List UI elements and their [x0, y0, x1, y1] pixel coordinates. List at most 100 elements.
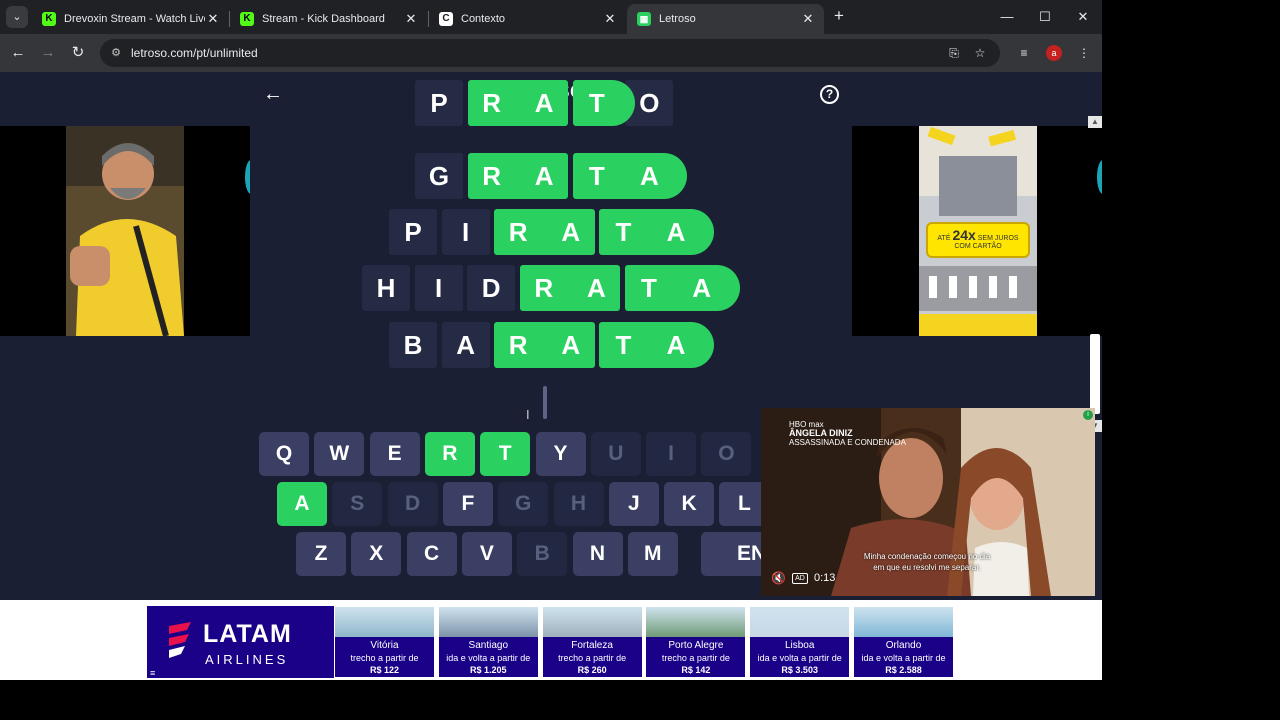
key-d[interactable]: D	[387, 482, 438, 526]
tab-strip: ⌄ K Drevoxin Stream - Watch Live o ✕ K S…	[0, 0, 1102, 34]
site-info-icon[interactable]: ⚙	[108, 45, 124, 61]
destination-card[interactable]: Vitória trecho a partir de R$ 122	[334, 606, 435, 678]
close-tab-icon[interactable]: ✕	[800, 11, 816, 27]
key-v[interactable]: V	[461, 532, 512, 576]
destination-city: Vitória	[370, 640, 399, 651]
reload-button[interactable]: ↻	[68, 43, 88, 63]
promo-big: 24x	[952, 227, 976, 243]
tab-kick-dashboard[interactable]: K Stream - Kick Dashboard ✕	[230, 4, 427, 34]
tab-drevoxin[interactable]: K Drevoxin Stream - Watch Live o ✕	[32, 4, 229, 34]
key-i[interactable]: I	[646, 432, 697, 476]
promo-line2: COM CARTÃO	[954, 243, 1002, 250]
key-k[interactable]: K	[664, 482, 715, 526]
destination-city: Porto Alegre	[668, 640, 724, 651]
profile-avatar[interactable]: a	[1046, 45, 1062, 61]
mute-icon[interactable]: 🔇	[771, 571, 786, 585]
key-g[interactable]: G	[498, 482, 549, 526]
promo-top: ATÉ	[937, 235, 951, 242]
destination-card[interactable]: Santiago ida e volta a partir de R$ 1.205	[437, 606, 539, 678]
board-tile: P	[389, 209, 437, 255]
key-x[interactable]: X	[351, 532, 402, 576]
new-tab-button[interactable]: +	[830, 7, 848, 25]
destination-trip: ida e volta a partir de	[757, 653, 842, 663]
side-ad-left[interactable]	[0, 126, 250, 336]
destination-card[interactable]: Lisboa ida e volta a partir de R$ 3.503	[749, 606, 851, 678]
ad-decoration	[1097, 160, 1102, 194]
key-y[interactable]: Y	[535, 432, 586, 476]
bookmark-star-icon[interactable]: ☆	[972, 45, 988, 61]
tab-title: Drevoxin Stream - Watch Live o	[64, 13, 205, 25]
key-z[interactable]: Z	[296, 532, 346, 576]
board-tile-letter: R	[482, 161, 501, 191]
ad-info-icon[interactable]: i	[1083, 410, 1093, 420]
browser-menu-icon[interactable]: ⋮	[1074, 43, 1094, 63]
tab-letroso[interactable]: ▦ Letroso ✕	[627, 4, 824, 34]
address-bar[interactable]: ⚙ letroso.com/pt/unlimited ⎘ ☆	[100, 39, 1000, 67]
minimize-button[interactable]: —	[988, 0, 1026, 34]
key-n[interactable]: N	[572, 532, 623, 576]
key-m[interactable]: M	[627, 532, 678, 576]
board-tile-letter: T	[615, 217, 632, 247]
scroll-up-arrow[interactable]: ▲	[1088, 116, 1102, 128]
key-r[interactable]: R	[424, 432, 475, 476]
back-arrow-icon[interactable]: ←	[263, 83, 283, 105]
key-b[interactable]: B	[517, 532, 568, 576]
correct-letter-block: RA	[494, 209, 595, 255]
board-tile-letter: A	[534, 161, 554, 191]
latam-brand: LATAM	[203, 620, 292, 648]
key-j[interactable]: J	[608, 482, 659, 526]
board-tile-letter: T	[615, 330, 632, 360]
destination-card[interactable]: Fortaleza trecho a partir de R$ 260	[541, 606, 643, 678]
destination-trip: ida e volta a partir de	[446, 653, 531, 663]
key-w[interactable]: W	[314, 432, 365, 476]
ad-promo-badge: ATÉ 24x SEM JUROS COM CARTÃO	[926, 222, 1030, 258]
key-t[interactable]: T	[480, 432, 531, 476]
key-f[interactable]: F	[442, 482, 493, 526]
close-tab-icon[interactable]: ✕	[602, 11, 618, 27]
menu-icon[interactable]: ≡	[150, 668, 155, 678]
scrollbar-thumb[interactable]	[1090, 334, 1100, 414]
destination-card[interactable]: Orlando ida e volta a partir de R$ 2.588	[853, 606, 954, 678]
board-tile: B	[389, 322, 437, 368]
board-tile: P	[415, 80, 463, 126]
destination-price: R$ 2.588	[885, 665, 922, 675]
board-tile: A	[441, 322, 490, 368]
destination-card[interactable]: Porto Alegre trecho a partir de R$ 142	[645, 606, 747, 678]
tab-contexto[interactable]: C Contexto ✕	[429, 4, 626, 34]
key-q[interactable]: Q	[259, 432, 309, 476]
correct-letter-block: RA	[494, 322, 595, 368]
forward-button[interactable]: →	[38, 43, 58, 63]
destination-trip: trecho a partir de	[350, 653, 419, 663]
bottom-banner-ad[interactable]: LATAM AIRLINES ≡ Vitória trecho a partir …	[0, 600, 1102, 680]
destination-city: Orlando	[885, 640, 922, 651]
latam-logo-panel[interactable]: LATAM AIRLINES ≡	[147, 606, 334, 678]
close-tab-icon[interactable]: ✕	[403, 11, 419, 27]
key-s[interactable]: S	[332, 482, 383, 526]
close-window-button[interactable]: ✕	[1064, 0, 1102, 34]
brand-sub: ASSASSINADA E CONDENADA	[789, 438, 906, 447]
key-e[interactable]: E	[369, 432, 420, 476]
destination-photo	[750, 607, 850, 637]
media-controls-icon[interactable]: ≡	[1014, 43, 1034, 63]
close-tab-icon[interactable]: ✕	[205, 11, 221, 27]
letroso-page: ← LETROSO ∞ ?	[0, 72, 1102, 680]
video-ad-player[interactable]: HBO max ÂNGELA DINIZ ASSASSINADA E CONDE…	[761, 408, 1095, 596]
video-time: 0:13	[814, 572, 836, 584]
back-button[interactable]: ←	[8, 43, 28, 63]
side-ad-right[interactable]: ATÉ 24x SEM JUROS COM CARTÃO	[852, 126, 1102, 336]
key-a[interactable]: A	[277, 482, 327, 526]
help-button[interactable]: ?	[820, 85, 839, 104]
board-tile: I	[414, 265, 463, 311]
url-text: letroso.com/pt/unlimited	[131, 46, 258, 60]
contexto-icon: C	[439, 12, 453, 26]
key-h[interactable]: H	[553, 482, 604, 526]
install-app-icon[interactable]: ⎘	[946, 45, 962, 61]
destination-photo	[854, 607, 953, 637]
tab-search-button[interactable]: ⌄	[6, 6, 28, 28]
key-c[interactable]: C	[406, 532, 457, 576]
letroso-icon: ▦	[637, 12, 651, 26]
board-tile-letter: A	[666, 217, 686, 247]
key-u[interactable]: U	[590, 432, 641, 476]
key-o[interactable]: O	[701, 432, 752, 476]
maximize-button[interactable]: ☐	[1026, 0, 1064, 34]
